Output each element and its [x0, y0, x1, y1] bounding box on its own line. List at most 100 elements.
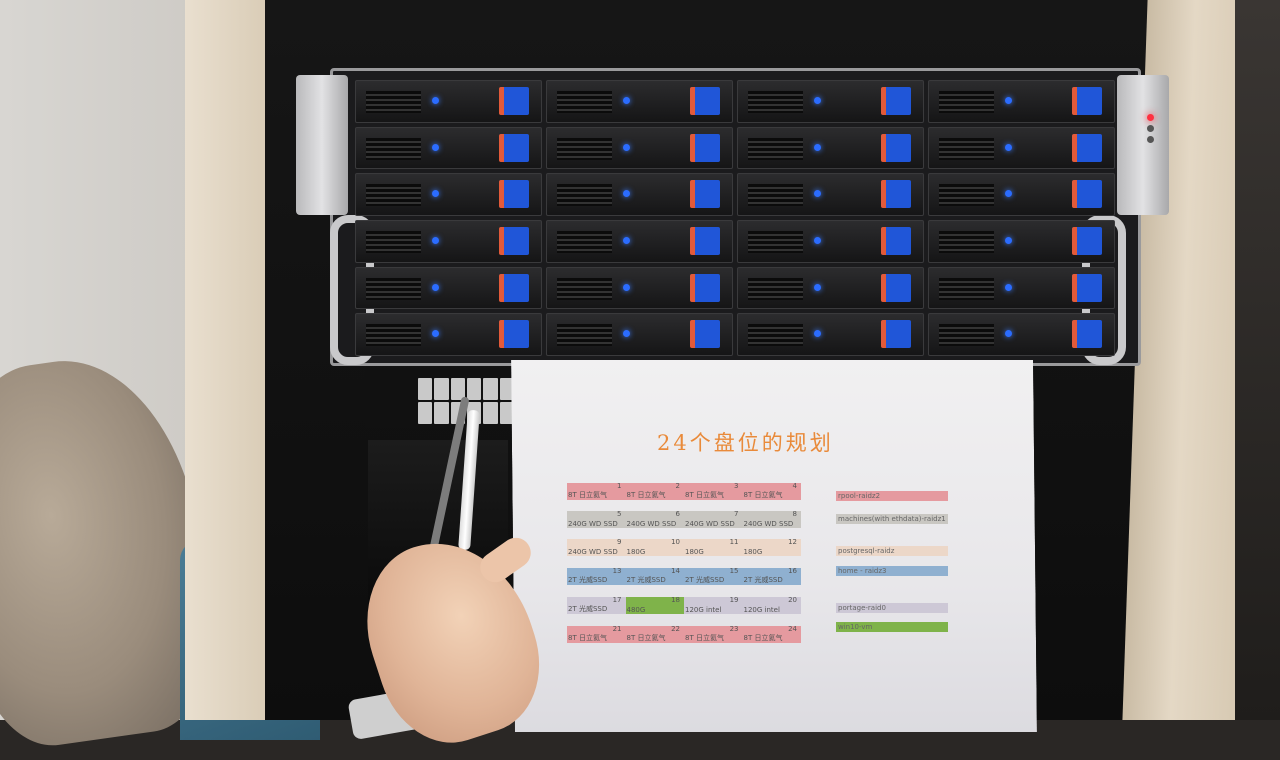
activity-led-icon — [432, 283, 439, 291]
activity-led-icon — [1005, 237, 1012, 244]
drive-bay — [355, 220, 542, 263]
bay-latch — [690, 227, 720, 255]
activity-led-icon — [432, 330, 439, 338]
plan-row: 17 2T 光威SSD 18 480G 19 120G intel 20 120G intel — [567, 596, 801, 614]
legend-item: rpool-raidz2 — [836, 491, 948, 501]
bay-label: 2T 光威SSD — [685, 576, 725, 584]
bay-label: 120G intel — [685, 606, 722, 614]
bay-number: 24 — [788, 625, 797, 633]
bay-latch — [690, 320, 720, 349]
plan-cell: 10 180G — [625, 538, 684, 556]
plan-row: 9 240G WD SSD 10 180G 11 180G 12 180G — [567, 538, 801, 556]
bay-latch — [690, 133, 720, 162]
bay-label: 8T 日立氦气 — [568, 634, 607, 642]
activity-led-icon — [432, 190, 439, 198]
bay-label: 120G intel — [743, 606, 780, 614]
bay-label: 240G WD SSD — [626, 520, 677, 528]
activity-led-icon — [623, 237, 630, 244]
bay-grill — [939, 184, 994, 207]
bay-label: 240G WD SSD — [568, 548, 618, 556]
activity-led-icon — [814, 283, 821, 291]
bay-label: 180G — [626, 548, 646, 556]
drive-bay — [928, 126, 1115, 170]
bay-label: 240G WD SSD — [743, 520, 794, 528]
plan-cell: 11 180G — [684, 538, 743, 556]
bay-label: 2T 光威SSD — [568, 576, 608, 584]
drive-bay — [737, 220, 924, 263]
drive-bay — [355, 80, 542, 123]
plan-cell: 7 240G WD SSD — [684, 510, 743, 528]
status-led-icon — [1146, 125, 1154, 132]
activity-led-icon — [1005, 143, 1012, 151]
bay-latch — [499, 133, 529, 162]
bay-grill — [557, 137, 612, 160]
drive-bay — [737, 126, 924, 170]
plan-cell: 1 8T 日立氦气 — [567, 482, 626, 500]
bay-latch — [1072, 133, 1102, 162]
plan-cell: 8 240G WD SSD — [742, 510, 801, 528]
bay-label: 8T 日立氦气 — [685, 634, 724, 642]
bay-latch — [499, 273, 529, 302]
legend-item: win10-vm — [836, 622, 948, 632]
drive-bay — [355, 126, 542, 170]
bay-grill — [939, 137, 994, 160]
bay-grill — [939, 231, 994, 253]
drive-bay — [355, 173, 542, 216]
bay-label: 8T 日立氦气 — [743, 491, 783, 499]
bay-number: 17 — [612, 596, 622, 604]
background-right — [1235, 0, 1280, 720]
activity-led-icon — [432, 97, 439, 104]
drive-bay — [928, 173, 1115, 216]
bay-grill — [557, 277, 612, 300]
activity-led-icon — [623, 283, 630, 291]
bay-latch — [690, 87, 720, 115]
bay-number: 15 — [729, 567, 739, 575]
bay-latch — [1072, 273, 1102, 302]
bay-number: 21 — [612, 625, 622, 633]
paper-title: 24个盘位的规划 — [657, 431, 834, 455]
drive-bay — [546, 80, 733, 123]
bay-label: 240G WD SSD — [568, 520, 618, 528]
drive-bay — [928, 80, 1115, 123]
bay-grill — [366, 91, 421, 113]
plan-cell: 6 240G WD SSD — [625, 510, 684, 528]
activity-led-icon — [814, 97, 821, 104]
bay-label: 8T 日立氦气 — [685, 491, 724, 499]
plan-row: 13 2T 光威SSD 14 2T 光威SSD 15 2T 光威SSD 16 2T 光威SSD — [567, 567, 801, 585]
bay-label: 2T 光威SSD — [743, 576, 783, 584]
bay-latch — [499, 320, 529, 349]
bay-grill — [366, 277, 421, 300]
bay-grill — [366, 184, 421, 207]
legend-item: home - raidz3 — [836, 566, 948, 576]
bay-label: 240G WD SSD — [685, 520, 735, 528]
bay-latch — [690, 273, 720, 302]
bay-number: 13 — [612, 567, 622, 575]
bay-number: 16 — [788, 567, 797, 575]
activity-led-icon — [1005, 330, 1012, 338]
bay-number: 10 — [671, 538, 680, 546]
bay-label: 180G — [685, 548, 704, 556]
drive-bay — [737, 173, 924, 216]
plan-row: 21 8T 日立氦气 22 8T 日立氦气 23 8T 日立氦气 24 8T 日立氦气 — [567, 625, 801, 643]
bay-latch — [881, 180, 911, 209]
activity-led-icon — [1005, 190, 1012, 198]
plan-cell: 24 8T 日立氦气 — [742, 625, 801, 643]
bay-number: 14 — [671, 567, 680, 575]
drive-bay — [928, 313, 1115, 356]
bay-latch — [881, 133, 911, 162]
drive-bay — [546, 266, 733, 310]
activity-led-icon — [432, 143, 439, 151]
drive-bay — [928, 220, 1115, 263]
bay-number: 6 — [675, 510, 680, 518]
plan-cell: 13 2T 光威SSD — [567, 567, 626, 585]
drive-bay — [737, 266, 924, 310]
bay-grill — [748, 137, 803, 160]
drive-bay — [737, 313, 924, 356]
activity-led-icon — [623, 143, 630, 151]
plan-cell: 15 2T 光威SSD — [684, 567, 743, 585]
bay-number: 20 — [788, 596, 797, 604]
bay-label: 2T 光威SSD — [568, 605, 608, 613]
plan-cell: 14 2T 光威SSD — [625, 567, 684, 585]
plan-cell: 21 8T 日立氦气 — [567, 625, 626, 643]
bay-grill — [366, 231, 421, 253]
